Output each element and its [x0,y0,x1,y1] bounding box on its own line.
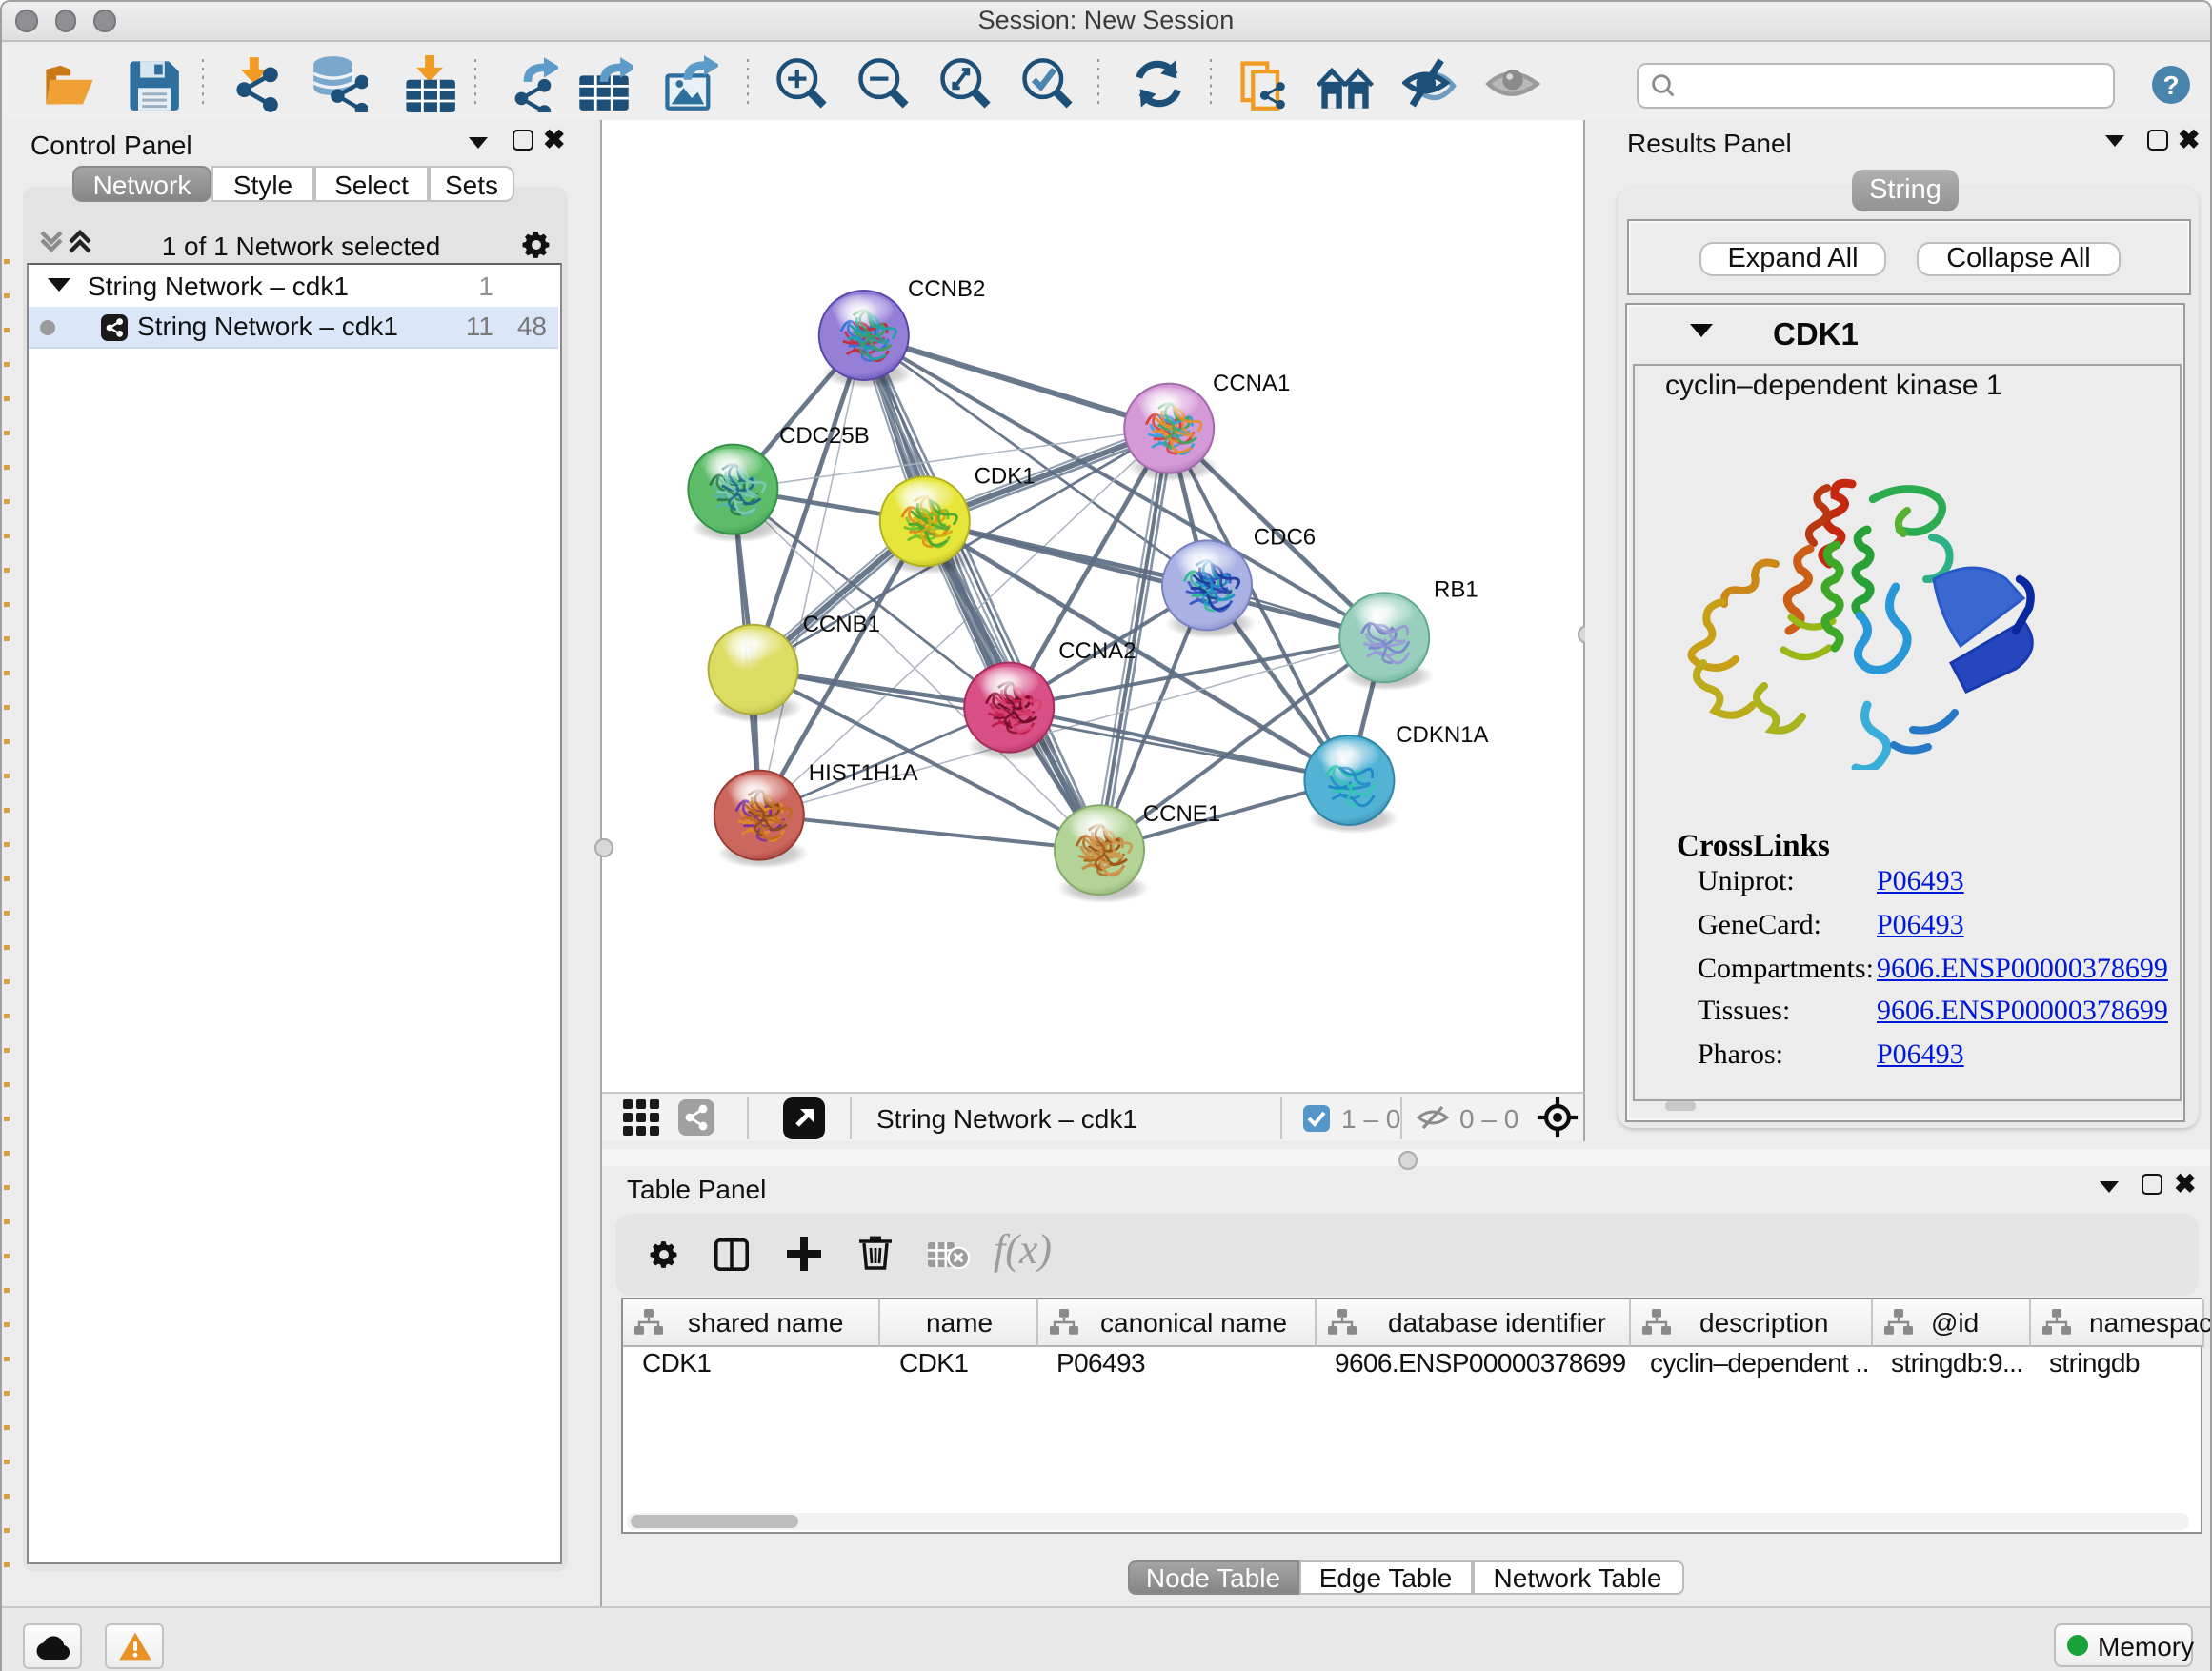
svg-text:RB1: RB1 [1434,577,1478,603]
svg-text:CCNA1: CCNA1 [1213,371,1290,396]
svg-text:CCNE1: CCNE1 [1143,801,1220,827]
svg-text:CDKN1A: CDKN1A [1396,722,1488,748]
svg-text:CDK1: CDK1 [975,464,1036,490]
svg-text:HIST1H1A: HIST1H1A [809,760,918,786]
svg-text:CCNB2: CCNB2 [908,276,985,302]
svg-text:CDC25B: CDC25B [779,423,870,449]
svg-text:CCNB1: CCNB1 [803,612,880,637]
svg-text:CCNA2: CCNA2 [1058,638,1136,664]
svg-text:CDC6: CDC6 [1254,525,1316,551]
svg-text:?: ? [2162,70,2179,100]
